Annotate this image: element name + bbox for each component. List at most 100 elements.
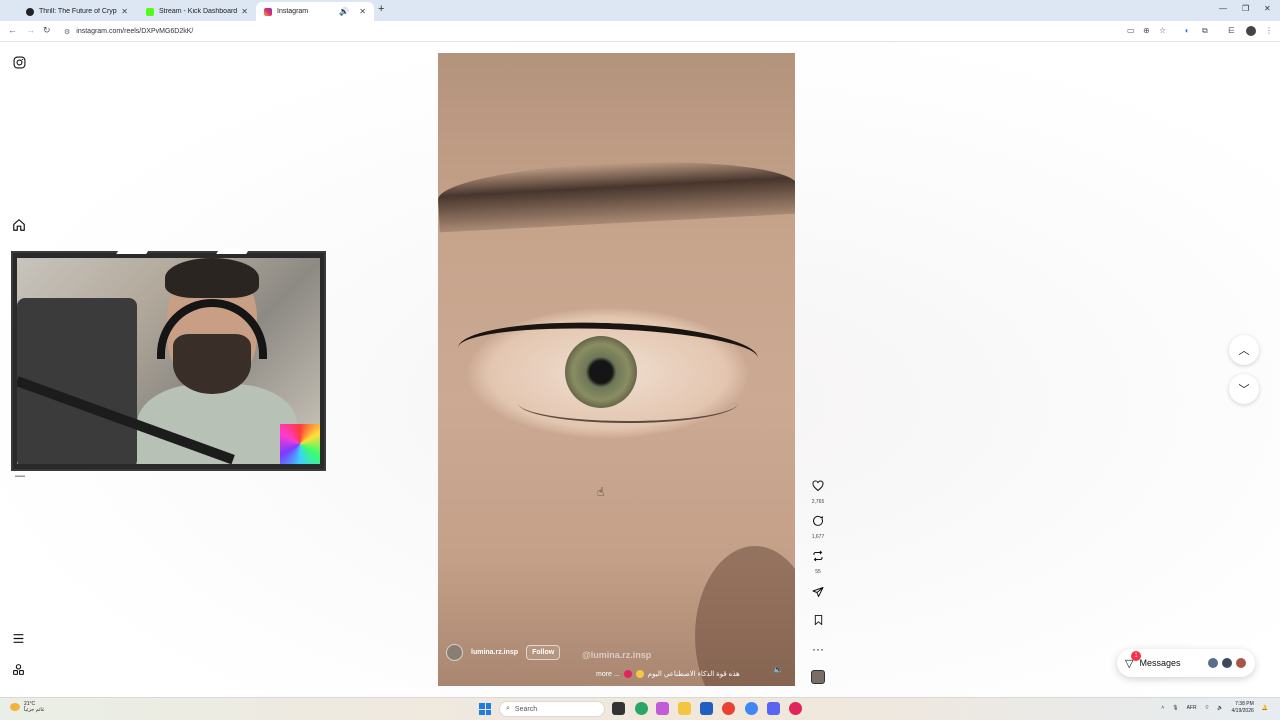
reload-icon[interactable]: ↻ [43, 25, 51, 36]
avatar [1207, 657, 1219, 669]
smile-emoji-icon [635, 670, 644, 678]
task-view-icon[interactable] [612, 702, 625, 715]
minimize-icon[interactable]: — [1219, 4, 1227, 13]
url-text: instagram.com/reels/DXPvMG6D2kK/ [76, 28, 194, 35]
hamburger-menu-icon[interactable] [12, 632, 25, 645]
repost-icon [813, 550, 823, 562]
share-button[interactable] [808, 585, 828, 603]
repost-count: 55 [815, 569, 821, 575]
notifications-icon[interactable]: 🔔 [1262, 705, 1268, 711]
bookmark-icon [814, 614, 822, 626]
tab-instagram[interactable]: Instagram 🔊 ✕ [256, 2, 374, 21]
site-info-icon[interactable]: ⚙ [64, 28, 70, 36]
home-icon[interactable] [12, 218, 26, 232]
close-tab-icon[interactable]: ✕ [359, 7, 366, 16]
instagram-page: ▬▬ lumina.rz.insp Follow @lumina.rz.insp… [0, 43, 1280, 697]
forward-icon[interactable]: → [26, 25, 35, 35]
send-icon [812, 587, 824, 597]
more-link[interactable]: more ... [596, 671, 620, 678]
mouse-cursor-icon: ☝ [597, 485, 605, 499]
close-window-icon[interactable]: ✕ [1264, 4, 1271, 13]
clock[interactable]: 7:38 PM 4/19/2026 [1232, 701, 1254, 715]
apps-icon[interactable] [12, 663, 25, 676]
heart-emoji-icon [623, 670, 632, 678]
frame-decoration [116, 248, 150, 254]
frame-decoration [216, 248, 250, 254]
browser-menu-icon[interactable]: ⋮ [1265, 26, 1273, 35]
audio-cover-icon [811, 670, 825, 684]
tab-thrill[interactable]: Thrill: The Future of Crypto Ca ✕ [18, 2, 136, 21]
chrome-icon[interactable] [722, 702, 735, 715]
tab-kick-dashboard[interactable]: Stream - Kick Dashboard ✕ [138, 2, 256, 21]
browser-tab-bar: Thrill: The Future of Crypto Ca ✕ Stream… [0, 0, 1280, 21]
weather-icon [10, 703, 20, 711]
thrill-favicon-icon [26, 7, 34, 16]
rgb-light [280, 424, 320, 464]
volume-icon[interactable]: 🔈 [773, 665, 783, 674]
file-explorer-icon[interactable] [678, 702, 691, 715]
messenger-icon: ▽ 1 [1125, 650, 1141, 670]
wifi-icon[interactable]: ⌔ [1205, 705, 1210, 711]
new-tab-icon[interactable]: + [378, 3, 384, 15]
tab-title: Stream - Kick Dashboard [159, 8, 238, 15]
extensions-icon[interactable]: ⧉ [1202, 26, 1208, 36]
audio-thumbnail[interactable] [808, 670, 828, 689]
browser-toolbar: ← → ↻ ⚙ instagram.com/reels/DXPvMG6D2kK/… [0, 21, 1280, 42]
repost-button[interactable]: 55 [808, 549, 828, 575]
address-bar[interactable]: ⚙ instagram.com/reels/DXPvMG6D2kK/ [60, 24, 1120, 39]
lower-lashes [518, 383, 738, 423]
webcam-overlay [11, 248, 326, 471]
chevron-down-icon: ﹀ [1238, 384, 1250, 396]
heart-icon [812, 480, 824, 492]
start-button[interactable] [479, 703, 491, 715]
media-icon[interactable]: ◖ [1184, 26, 1189, 35]
instagram-logo-icon[interactable] [13, 56, 26, 69]
video-watermark: @lumina.rz.insp [582, 650, 652, 660]
save-button[interactable] [808, 613, 828, 631]
speaker-icon[interactable]: 🔊 [339, 7, 349, 16]
search-placeholder: Search [514, 705, 538, 713]
avatar [1235, 657, 1247, 669]
app-icon[interactable] [635, 702, 648, 715]
microphone-icon[interactable]: 🎙 [1172, 705, 1178, 711]
discord-icon[interactable] [767, 702, 780, 715]
bookmark-star-icon[interactable]: ☆ [1159, 26, 1166, 35]
zoom-icon[interactable]: ⊕ [1143, 26, 1150, 35]
author-avatar[interactable] [446, 644, 463, 661]
more-options-button[interactable]: ··· [808, 640, 828, 658]
close-tab-icon[interactable]: ✕ [241, 7, 248, 16]
taskbar-search[interactable]: ⌕ Search [499, 701, 605, 717]
comment-button[interactable]: 1,677 [808, 514, 828, 540]
volume-icon[interactable]: 🔉 [1217, 705, 1223, 711]
gaming-chair [17, 298, 137, 464]
store-icon[interactable] [700, 702, 713, 715]
tab-title: Thrill: The Future of Crypto Ca [39, 8, 117, 15]
messages-button[interactable]: ▽ 1 Messages [1117, 649, 1255, 677]
copilot-icon[interactable] [656, 702, 669, 715]
caption-text: هذه قوة الذكاء الاصطناعي اليوم [647, 671, 740, 678]
tray-chevron-icon[interactable]: ˄ [1161, 705, 1164, 711]
eyebrow [438, 153, 795, 233]
install-app-icon[interactable]: ▭ [1127, 26, 1135, 35]
reel-author: lumina.rz.insp Follow [446, 644, 561, 661]
next-reel-button[interactable]: ﹀ [1229, 374, 1259, 404]
windows-taskbar: 21°C غائم جزئياً ⌕ Search ˄ 🎙 AFR ⌔ 🔉 7:… [0, 697, 1280, 720]
previous-reel-button[interactable]: ︿ [1229, 335, 1259, 365]
back-icon[interactable]: ← [8, 25, 17, 35]
close-tab-icon[interactable]: ✕ [121, 7, 128, 16]
profile-avatar[interactable] [1246, 26, 1256, 36]
chrome-active-icon[interactable] [745, 702, 758, 715]
follow-button[interactable]: Follow [526, 645, 561, 660]
sidebar-icon[interactable]: ⋿ [1228, 26, 1235, 35]
restore-icon[interactable]: ❐ [1242, 4, 1249, 13]
weather-widget[interactable]: 21°C غائم جزئياً [10, 701, 45, 713]
like-button[interactable]: 2,765 [808, 479, 828, 505]
recording-app-icon[interactable] [789, 702, 802, 715]
comment-icon [813, 515, 824, 526]
language-indicator[interactable]: AFR [1187, 705, 1197, 711]
chevron-up-icon: ︿ [1238, 345, 1250, 357]
system-tray: ˄ 🎙 AFR ⌔ 🔉 7:38 PM 4/19/2026 🔔 [1161, 701, 1268, 715]
author-username[interactable]: lumina.rz.insp [471, 649, 518, 656]
reel-video[interactable]: lumina.rz.insp Follow @lumina.rz.insp mo… [438, 53, 795, 686]
comment-count: 1,677 [811, 534, 825, 540]
